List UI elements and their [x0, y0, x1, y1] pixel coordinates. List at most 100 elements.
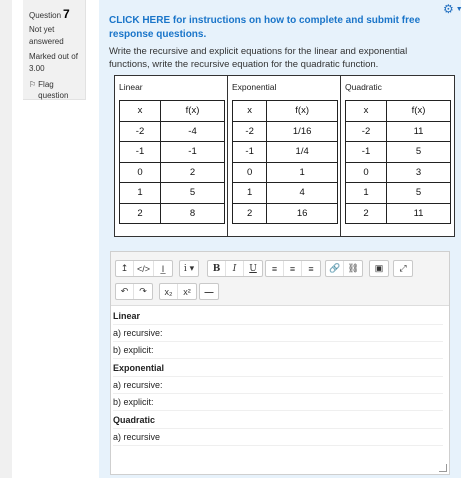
table-row: -1 -1 — [118, 141, 225, 163]
table-row: -2 11 — [344, 120, 451, 142]
flag-label: Flag question — [38, 80, 69, 100]
cell-fx: 16 — [266, 202, 338, 224]
toolbar-group-3: B I U — [207, 260, 263, 277]
html-source-button[interactable]: </> — [134, 261, 155, 276]
linear-table: x f(x) -2 -4 -1 -1 02 15 28 — [118, 100, 225, 224]
cell-x: -2 — [118, 120, 162, 142]
header-fx: f(x) — [386, 100, 451, 122]
cell-x: 1 — [344, 182, 388, 204]
table-row: 15 — [118, 182, 225, 204]
table-row: 28 — [118, 202, 225, 224]
question-prompt: Write the recursive and explicit equatio… — [109, 46, 408, 70]
gear-icon: ⚙ — [443, 2, 454, 16]
insert-image-button[interactable]: ▣ — [370, 261, 388, 276]
question-settings-menu[interactable]: ⚙ ▼ — [443, 2, 463, 16]
instructions-link[interactable]: CLICK HERE for instructions on how to co… — [109, 14, 439, 42]
cell-fx: 3 — [386, 161, 451, 183]
header-x: x — [231, 100, 268, 122]
toolbar-group-7: ⤢ — [393, 260, 413, 277]
function-tables: Linear x f(x) -2 -4 -1 -1 02 15 28 Exponent… — [114, 75, 455, 237]
table-row: -1 1/4 — [231, 141, 338, 163]
bold-button[interactable]: B — [208, 261, 226, 276]
cell-fx: 5 — [386, 141, 451, 163]
question-number-line: Question 7 — [29, 7, 85, 21]
cell-fx: 4 — [266, 182, 338, 204]
header-fx: f(x) — [160, 100, 225, 122]
cell-x: -1 — [118, 141, 162, 163]
question-label: Question — [29, 11, 62, 20]
subscript-button[interactable]: x₂ — [160, 284, 178, 299]
header-x: x — [344, 100, 388, 122]
cell-x: -1 — [231, 141, 268, 163]
table-row: -2 1/16 — [231, 120, 338, 142]
header-fx: f(x) — [266, 100, 338, 122]
cell-fx: 11 — [386, 202, 451, 224]
cell-x: 0 — [231, 161, 268, 183]
cell-fx: 1 — [266, 161, 338, 183]
answer-line[interactable]: b) explicit: — [113, 342, 443, 359]
toolbar-group-5: 🔗 ⛓ — [325, 260, 364, 277]
cell-x: 2 — [231, 202, 268, 224]
table-row: 2 16 — [231, 202, 338, 224]
cell-fx: 1/16 — [266, 120, 338, 142]
table-header-row: x f(x) — [344, 100, 451, 122]
question-info-panel: Question 7 Not yet answered Marked out o… — [23, 0, 86, 100]
toolbar-group-9: x₂ x² — [159, 283, 197, 300]
cell-x: 0 — [344, 161, 388, 183]
cell-fx: 2 — [160, 161, 225, 183]
align-center-button[interactable]: ≡ — [284, 261, 302, 276]
table-title: Linear — [119, 82, 143, 92]
answer-line[interactable]: a) recursive: — [113, 325, 443, 342]
unlink-button[interactable]: ⛓ — [344, 261, 362, 276]
collapse-toolbar-button[interactable]: ↥ — [116, 261, 134, 276]
chevron-down-icon: ▼ — [455, 5, 463, 13]
cell-fx: 1/4 — [266, 141, 338, 163]
answer-line[interactable]: a) recursive: — [113, 377, 443, 394]
resize-handle[interactable] — [439, 464, 447, 472]
horizontal-rule-button[interactable]: — — [200, 284, 218, 299]
align-left-button[interactable]: ≡ — [266, 261, 284, 276]
superscript-button[interactable]: x² — [178, 284, 196, 299]
cell-fx: 8 — [160, 202, 225, 224]
toolbar-group-6: ▣ — [369, 260, 389, 277]
answer-editor[interactable]: ↥ </> I̲ i ▾ B I U ≡ ≡ ≡ 🔗 ⛓ ▣ ⤢ ↶ ↷ x₂ … — [110, 251, 450, 475]
undo-button[interactable]: ↶ — [116, 284, 134, 299]
toolbar-group-10: — — [199, 283, 219, 300]
cell-fx: -4 — [160, 120, 225, 142]
align-right-button[interactable]: ≡ — [302, 261, 320, 276]
table-row: 14 — [231, 182, 338, 204]
info-dropdown-button[interactable]: i ▾ — [180, 261, 198, 276]
answer-line[interactable]: Exponential — [113, 360, 443, 377]
cell-x: 1 — [231, 182, 268, 204]
redo-button[interactable]: ↷ — [134, 284, 152, 299]
table-header-row: x f(x) — [231, 100, 338, 122]
answer-line[interactable]: b) explicit: — [113, 394, 443, 411]
exponential-table-cell: Exponential x f(x) -2 1/16 -1 1/4 01 14 2 16 — [228, 76, 341, 236]
cell-fx: 5 — [160, 182, 225, 204]
flag-question-link[interactable]: ⚐ Flag question — [29, 79, 85, 101]
answer-line[interactable]: a) recursive — [113, 429, 443, 446]
left-gutter — [0, 0, 12, 478]
fullscreen-button[interactable]: ⤢ — [394, 261, 412, 276]
cell-x: -2 — [231, 120, 268, 142]
linear-table-cell: Linear x f(x) -2 -4 -1 -1 02 15 28 — [115, 76, 228, 236]
quadratic-table: x f(x) -2 11 -1 5 03 15 2 11 — [344, 100, 451, 224]
table-header-row: x f(x) — [118, 100, 225, 122]
quadratic-table-cell: Quadratic x f(x) -2 11 -1 5 03 15 2 11 — [341, 76, 454, 236]
underline-button[interactable]: U — [244, 261, 262, 276]
toolbar-group-1: ↥ </> I̲ — [115, 260, 174, 277]
answer-line[interactable]: Linear — [113, 308, 443, 325]
link-button[interactable]: 🔗 — [326, 261, 345, 276]
table-row: 01 — [231, 161, 338, 183]
cell-x: 0 — [118, 161, 162, 183]
cell-x: -2 — [344, 120, 388, 142]
question-marks: Marked out of 3.00 — [29, 52, 78, 73]
question-status: Not yet answered — [29, 25, 64, 46]
clear-formatting-button[interactable]: I̲ — [154, 261, 172, 276]
header-x: x — [118, 100, 162, 122]
toolbar-group-4: ≡ ≡ ≡ — [265, 260, 321, 277]
answer-line[interactable]: Quadratic — [113, 412, 443, 429]
italic-button[interactable]: I — [226, 261, 244, 276]
table-row: 2 11 — [344, 202, 451, 224]
cell-x: 2 — [118, 202, 162, 224]
